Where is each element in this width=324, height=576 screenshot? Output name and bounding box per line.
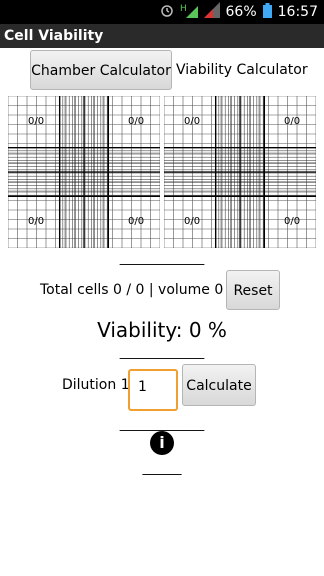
total-cells-text: Total cells 0 / 0 | volume 0 μl (40, 282, 241, 298)
grid-count-bottom-left[interactable]: 0/0 (184, 216, 200, 227)
svg-text:H: H (180, 4, 187, 14)
battery-icon (262, 2, 272, 22)
divider: _____________ (119, 417, 205, 432)
info-icon[interactable]: i (150, 431, 174, 455)
dilution-input[interactable]: 1 (128, 369, 178, 411)
signal-strength-icon (203, 2, 220, 22)
app-title: Cell Viability (0, 24, 324, 48)
divider: _____________ (119, 251, 205, 266)
grid-count-top-left[interactable]: 0/0 (28, 116, 44, 127)
alarm-icon (160, 3, 174, 21)
grid-count-top-right[interactable]: 0/0 (128, 116, 144, 127)
grid-count-top-right[interactable]: 0/0 (284, 116, 300, 127)
dilution-label: Dilution 1: (62, 377, 135, 393)
grid-count-bottom-right[interactable]: 0/0 (128, 216, 144, 227)
status-bar: H 66% 16:57 (0, 0, 324, 24)
chamber-calculator-button[interactable]: Chamber Calculator (30, 50, 172, 90)
grid-count-bottom-right[interactable]: 0/0 (284, 216, 300, 227)
signal-h-icon: H (180, 2, 198, 22)
divider: ______ (142, 461, 182, 476)
divider: _____________ (119, 345, 205, 360)
grid-count-bottom-left[interactable]: 0/0 (28, 216, 44, 227)
viability-calculator-label[interactable]: Viability Calculator (176, 62, 308, 78)
hemocytometer-grid-right[interactable]: 0/0 0/0 0/0 0/0 (164, 96, 316, 248)
clock: 16:57 (277, 4, 318, 20)
status-icons: H 66% 16:57 (160, 0, 318, 24)
hemocytometer-grid-left[interactable]: 0/0 0/0 0/0 0/0 (8, 96, 160, 248)
calculate-button[interactable]: Calculate (182, 364, 256, 406)
reset-button[interactable]: Reset (226, 270, 280, 310)
grid-count-top-left[interactable]: 0/0 (184, 116, 200, 127)
battery-percent: 66% (225, 4, 257, 20)
viability-result: Viability: 0 % (97, 318, 227, 342)
